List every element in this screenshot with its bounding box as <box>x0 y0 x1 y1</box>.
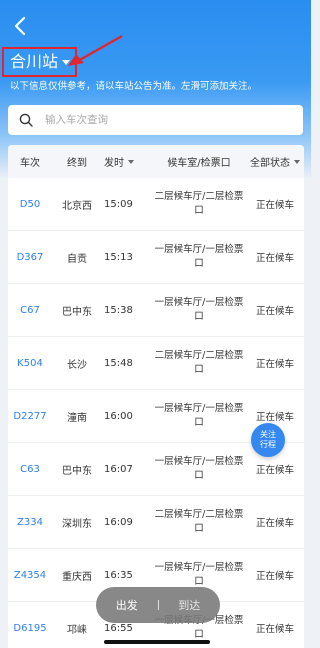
col-status-filter[interactable]: 全部状态 <box>246 154 304 169</box>
annotation-arrow <box>68 34 123 66</box>
depart-time: 16:55 <box>104 622 133 634</box>
status: 正在候车 <box>255 465 294 476</box>
gate: 一层候车厅/一层检票口 <box>154 297 244 322</box>
depart-time: 16:35 <box>104 569 133 581</box>
station-name: 合川站 <box>10 52 59 71</box>
gate: 一层候车厅/一层检票口 <box>154 244 244 269</box>
depart-arrive-toggle: 出发 到达 <box>96 587 220 623</box>
train-number: C67 <box>20 304 40 316</box>
table-header: 车次 终到 发时 候车室/检票口 全部状态 <box>8 145 304 178</box>
depart-time: 15:13 <box>104 251 133 263</box>
train-number: K504 <box>17 357 43 369</box>
col-train: 车次 <box>20 158 40 169</box>
col-depart-time-label: 发时 <box>104 158 124 169</box>
depart-time: 15:48 <box>104 357 133 369</box>
status: 正在候车 <box>255 359 294 370</box>
train-number: C63 <box>20 463 40 475</box>
gate: 二层候车厅/二层检票口 <box>154 509 244 534</box>
col-status-label: 全部状态 <box>250 158 290 169</box>
destination: 巴中东 <box>62 465 92 477</box>
destination: 潼南 <box>67 412 87 424</box>
destination: 北京西 <box>62 200 92 212</box>
train-table: 车次 终到 发时 候车室/检票口 全部状态 D50 北京西 15:09 二层候车厅/二… <box>8 145 304 648</box>
notice-text: 以下信息仅供参考，请以车站公告为准。左滑可添加关注。 <box>10 81 258 92</box>
table-row[interactable]: C67 巴中东 15:38 一层候车厅/一层检票口 正在候车 <box>8 284 304 337</box>
search-icon <box>19 113 33 127</box>
train-number: Z4354 <box>13 569 47 581</box>
table-row[interactable]: D50 北京西 15:09 二层候车厅/二层检票口 正在候车 <box>8 178 304 231</box>
train-number: Z334 <box>17 516 43 528</box>
train-number: D367 <box>16 251 44 263</box>
destination: 重庆西 <box>62 571 92 583</box>
sort-caret-icon <box>128 159 134 164</box>
destination: 巴中东 <box>62 306 92 318</box>
depart-time: 16:00 <box>104 410 133 422</box>
table-body: D50 北京西 15:09 二层候车厅/二层检票口 正在候车 D367 自贡 15:13 一层候… <box>8 178 304 648</box>
chevron-left-icon <box>14 16 26 36</box>
depart-time: 15:38 <box>104 304 133 316</box>
follow-label-1: 关注 <box>260 430 276 439</box>
depart-time: 16:07 <box>104 463 133 475</box>
back-button[interactable] <box>14 16 32 38</box>
train-number: D6195 <box>13 622 47 634</box>
gate: 一层候车厅/一层检票口 <box>154 403 244 428</box>
col-depart-time[interactable]: 发时 <box>102 154 152 169</box>
status: 正在候车 <box>255 571 294 582</box>
status: 正在候车 <box>255 253 294 264</box>
status: 正在候车 <box>255 200 294 211</box>
destination: 长沙 <box>67 359 87 371</box>
destination: 自贡 <box>67 253 87 265</box>
tab-departure[interactable]: 出发 <box>96 597 158 613</box>
col-gate: 候车室/检票口 <box>167 158 231 169</box>
depart-time: 15:09 <box>104 198 133 210</box>
destination: 邛崃 <box>67 624 87 636</box>
train-number: D2277 <box>13 410 47 422</box>
search-box[interactable] <box>8 105 303 135</box>
gate: 二层候车厅/二层检票口 <box>154 191 244 216</box>
status: 正在候车 <box>255 306 294 317</box>
train-number: D50 <box>19 198 41 210</box>
tab-arrival[interactable]: 到达 <box>159 597 221 613</box>
gate: 一层候车厅/一层检票口 <box>154 456 244 481</box>
filter-caret-icon <box>294 159 300 164</box>
status: 正在候车 <box>255 624 294 635</box>
follow-trip-button[interactable]: 关注 行程 <box>251 423 285 457</box>
col-destination: 终到 <box>67 158 87 169</box>
search-input[interactable] <box>43 113 287 127</box>
table-row[interactable]: K504 长沙 15:48 二层候车厅/二层检票口 正在候车 <box>8 337 304 390</box>
depart-time: 16:09 <box>104 516 133 528</box>
table-row[interactable]: Z334 深圳东 16:09 二层候车厅/二层检票口 正在候车 <box>8 496 304 549</box>
follow-label-2: 行程 <box>260 440 276 449</box>
status: 正在候车 <box>255 518 294 529</box>
destination: 深圳东 <box>62 518 92 530</box>
status: 正在候车 <box>255 412 294 423</box>
gate: 二层候车厅/二层检票口 <box>154 350 244 375</box>
table-row[interactable]: D367 自贡 15:13 一层候车厅/一层检票口 正在候车 <box>8 231 304 284</box>
gate: 一层候车厅/一层检票口 <box>154 562 244 587</box>
home-indicator <box>104 640 210 644</box>
